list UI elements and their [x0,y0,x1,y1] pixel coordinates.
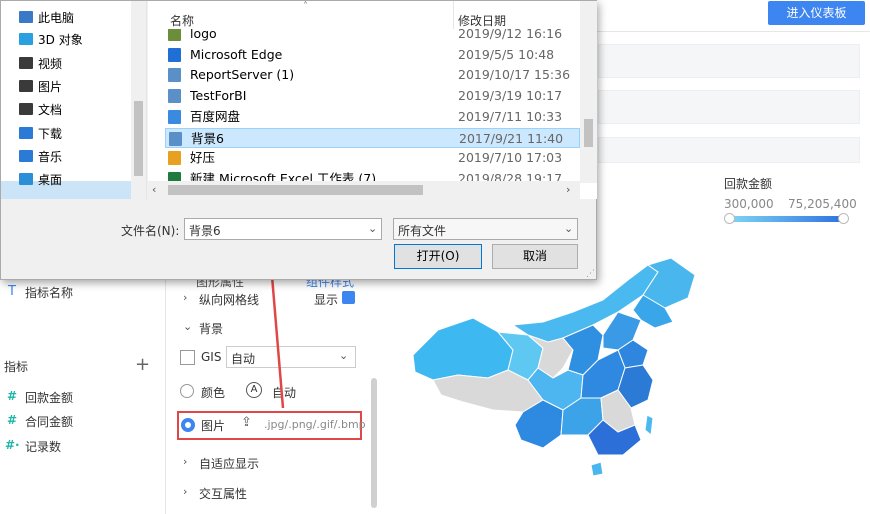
nav-item-label: 此电脑 [38,11,75,25]
open-button[interactable]: 打开(O) [394,244,482,269]
file-name: 背景6 [191,130,224,146]
nav-scrollbar[interactable] [131,1,146,199]
file-row[interactable]: 好压 2019/7/10 17:03 [165,148,580,168]
music-note-icon [19,150,33,162]
image-file-icon [169,131,182,146]
edge-icon [168,47,181,62]
cancel-button[interactable]: 取消 [492,244,578,269]
file-name: Microsoft Edge [190,46,283,62]
file-modified-date: 2019/10/17 15:36 [458,67,571,83]
file-row[interactable]: TestForBI 2019/3/19 10:17 [165,86,580,106]
nav-item-label: 视频 [38,57,63,71]
column-header-name[interactable]: 名称 [170,12,194,29]
chevron-down-icon[interactable]: ⌄ [368,222,377,235]
chevron-down-icon: ⌄ [564,222,574,235]
nav-item[interactable]: 桌面 [19,169,62,191]
nav-item[interactable]: 3D 对象 [19,29,83,51]
filename-label: 文件名(N): [121,224,180,238]
file-list-pane: 名称 修改日期 ˄ logo 2019/9/12 16:16 Microsoft E… [148,1,597,199]
nav-item[interactable]: 下载 [19,123,62,145]
file-name: logo [190,29,217,41]
nav-item[interactable]: 图片 [19,76,62,98]
desktop-icon [19,173,33,185]
nav-item-label: 文档 [38,103,63,117]
file-name: 新建 Microsoft Excel 工作表 (7) [190,170,377,181]
scroll-right-icon[interactable]: › [566,183,570,196]
file-type-select[interactable]: 所有文件 ⌄ [393,218,578,240]
file-row[interactable]: 百度网盘 2019/7/11 10:33 [165,107,580,127]
file-horizontal-scrollbar[interactable]: ‹ › [148,181,580,199]
navigation-pane: 此电脑 3D 对象视频图片文档下载音乐桌面 [1,1,147,199]
image-file-icon [168,89,181,104]
nav-item-label: 音乐 [38,150,63,164]
video-folder-icon [19,57,33,69]
file-rows: logo 2019/9/12 16:16 Microsoft Edge 2019/5/… [148,29,580,181]
scroll-left-icon[interactable]: ‹ [152,183,156,196]
resize-grip-icon[interactable]: ⋰ [586,269,595,279]
nav-item[interactable]: 此电脑 [19,7,74,29]
haozip-icon [168,151,181,166]
nav-item[interactable]: 文档 [19,99,62,121]
column-divider [453,1,454,29]
image-file-icon [168,68,181,83]
file-open-dialog: 此电脑 3D 对象视频图片文档下载音乐桌面 名称 修改日期 ˄ logo 2019/… [0,0,597,280]
file-name: 好压 [190,150,216,166]
nav-item-label: 桌面 [38,173,63,187]
file-modified-date: 2019/3/19 10:17 [458,88,563,104]
nav-item[interactable]: 视频 [19,53,62,75]
filename-input[interactable]: 背景6 ⌄ [184,218,382,240]
nav-item[interactable]: 音乐 [19,146,62,168]
file-row[interactable]: Microsoft Edge 2019/5/5 10:48 [165,45,580,65]
file-modified-date: 2019/8/28 19:17 [458,170,563,181]
nav-item-label: 3D 对象 [38,33,83,47]
file-name: ReportServer (1) [190,67,295,83]
file-modified-date: 2019/9/12 16:16 [458,29,563,41]
column-header-modified[interactable]: 修改日期 [458,12,506,29]
file-name: TestForBI [190,88,247,104]
nav-scrollbar-thumb[interactable] [134,101,143,176]
file-modified-date: 2019/7/10 17:03 [458,150,563,166]
file-modified-date: 2019/7/11 10:33 [458,108,563,124]
hscroll-thumb[interactable] [168,185,423,195]
computer-icon [19,11,33,23]
file-row[interactable]: 背景6 2017/9/21 11:40 [165,127,580,148]
file-name: 百度网盘 [190,108,241,124]
sort-caret-up-icon: ˄ [303,1,308,12]
download-arrow-icon [19,127,33,139]
file-scrollbar-thumb[interactable] [584,119,593,147]
file-row[interactable]: logo 2019/9/12 16:16 [165,29,580,44]
pictures-folder-icon [19,80,33,92]
file-vertical-scrollbar[interactable] [580,1,597,183]
nav-item-label: 图片 [38,80,63,94]
file-type-value: 所有文件 [398,224,447,238]
documents-folder-icon [19,103,33,115]
file-modified-date: 2019/5/5 10:48 [458,46,555,62]
file-row[interactable]: ReportServer (1) 2019/10/17 15:36 [165,65,580,85]
excel-icon [168,171,181,181]
3d-objects-icon [19,33,33,45]
nav-item-label: 下载 [38,127,63,141]
file-modified-date: 2017/9/21 11:40 [459,130,564,146]
image-file-icon [168,29,181,41]
baidu-netdisk-icon [168,109,181,124]
file-row[interactable]: 新建 Microsoft Excel 工作表 (7) 2019/8/28 19:1… [165,169,580,181]
filename-value: 背景6 [189,224,221,238]
